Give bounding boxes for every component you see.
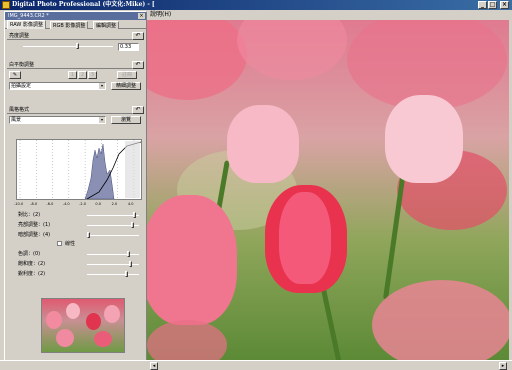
wb-save-2-button[interactable]: 2	[78, 71, 87, 79]
histogram-tick-label: -10.0	[14, 202, 24, 206]
brightness-slider-thumb[interactable]	[76, 43, 79, 49]
picture-style-header: 風格格式	[9, 107, 30, 113]
tab-raw-adjust[interactable]: RAW 影像調整	[7, 20, 46, 29]
minimize-button[interactable]: _	[478, 1, 487, 9]
white-balance-header: 白平衡調整	[9, 62, 35, 68]
window-title-bar[interactable]: Digital Photo Professional (中文化:Mike) - …	[0, 0, 512, 10]
histogram-tick-label: 4.0	[127, 202, 134, 206]
tab-rgb-adjust[interactable]: RGB 影像調整	[50, 21, 89, 29]
contrast-slider-thumb[interactable]	[133, 212, 136, 218]
sharpness-slider[interactable]	[87, 274, 139, 275]
saturation-label: 飽和度：(2)	[18, 261, 46, 267]
highlight-label: 亮部調整：(1)	[18, 222, 51, 228]
wb-save-3-button[interactable]: 3	[88, 71, 97, 79]
maximize-button[interactable]: □	[488, 1, 497, 9]
tone-label: 色調：(0)	[18, 251, 41, 257]
picture-style-browse-button[interactable]: 瀏覽	[111, 116, 141, 124]
sharpness-slider-thumb[interactable]	[125, 271, 128, 277]
palette-close-button[interactable]: ×	[138, 13, 145, 19]
wb-register-button[interactable]: 註冊	[117, 71, 137, 79]
contrast-label: 對比：(2)	[18, 212, 41, 218]
palette-title: IMG_9443.CR2 *	[8, 13, 49, 19]
tone-slider-thumb[interactable]	[127, 251, 130, 257]
histogram-tick-label: -8.0	[30, 202, 38, 206]
histogram-tick-label: 2.0	[111, 202, 118, 206]
shadow-slider-thumb[interactable]	[87, 232, 90, 238]
photo-viewer[interactable]	[147, 20, 509, 360]
chevron-down-icon: ▾	[99, 83, 105, 89]
picture-style-select[interactable]: 風景 ▾	[9, 116, 106, 124]
palette-title-bar[interactable]: IMG_9443.CR2 * ×	[5, 12, 146, 20]
tab-edit-adjust[interactable]: 編輯調整	[93, 21, 120, 29]
scroll-left-button[interactable]: ◂	[150, 362, 158, 370]
contrast-slider[interactable]	[87, 215, 139, 216]
eyedropper-button[interactable]: ✎	[9, 71, 21, 79]
wb-fine-adjust-button[interactable]: 精細調整	[111, 82, 141, 90]
tab-bar: RAW 影像調整 RGB 影像調整 編輯調整	[5, 20, 146, 29]
brightness-reset-button[interactable]: ↶	[132, 32, 144, 40]
clipping-zone	[125, 141, 140, 198]
app-icon	[2, 1, 10, 9]
brightness-section-header: 亮度調整 ↶	[7, 32, 144, 40]
histogram-tick-label: -4.0	[62, 202, 70, 206]
brightness-value-field[interactable]: 0.33	[118, 43, 139, 51]
chevron-down-icon: ▾	[99, 117, 105, 123]
histogram-svg	[19, 140, 141, 199]
brightness-slider[interactable]	[23, 46, 113, 47]
wb-save-1-button[interactable]: 1	[68, 71, 77, 79]
close-window-button[interactable]: ×	[500, 1, 509, 9]
linear-label: 線性	[65, 241, 76, 247]
saturation-slider-thumb[interactable]	[129, 261, 132, 267]
linear-checkbox[interactable]	[57, 241, 62, 246]
shadow-slider[interactable]	[87, 235, 139, 236]
shadow-label: 暗部調整：(4)	[18, 232, 51, 238]
menu-help[interactable]: 說明(H)	[150, 11, 171, 19]
histogram-tick-label: -6.0	[46, 202, 54, 206]
histogram-tick-label: 0.0	[95, 202, 101, 206]
histogram-tick-label: -2.0	[79, 202, 86, 206]
highlight-slider-thumb[interactable]	[131, 222, 134, 228]
wb-mode-value: 拍攝設定	[11, 83, 32, 89]
wb-mode-select[interactable]: 拍攝設定 ▾	[9, 82, 106, 90]
brightness-header: 亮度調整	[9, 33, 30, 39]
status-bar: ◂ ▸	[0, 360, 512, 370]
navigator-thumbnail[interactable]	[41, 298, 125, 353]
histogram-graph[interactable]	[16, 139, 142, 200]
picture-style-value: 風景	[11, 117, 22, 123]
scroll-right-button[interactable]: ▸	[499, 362, 507, 370]
white-balance-section-header: 白平衡調整 ↶	[7, 61, 144, 69]
sharpness-label: 銳利度：(2)	[18, 271, 46, 277]
tone-slider[interactable]	[87, 254, 139, 255]
tool-palette: IMG_9443.CR2 * × RAW 影像調整 RGB 影像調整 編輯調整 …	[4, 11, 147, 365]
picture-style-reset-button[interactable]: ↶	[132, 106, 144, 114]
picture-style-section-header: 風格格式 ↶	[7, 106, 144, 114]
eyedropper-icon: ✎	[12, 72, 18, 78]
window-title: Digital Photo Professional (中文化:Mike) - …	[12, 1, 155, 8]
white-balance-reset-button[interactable]: ↶	[132, 61, 144, 69]
